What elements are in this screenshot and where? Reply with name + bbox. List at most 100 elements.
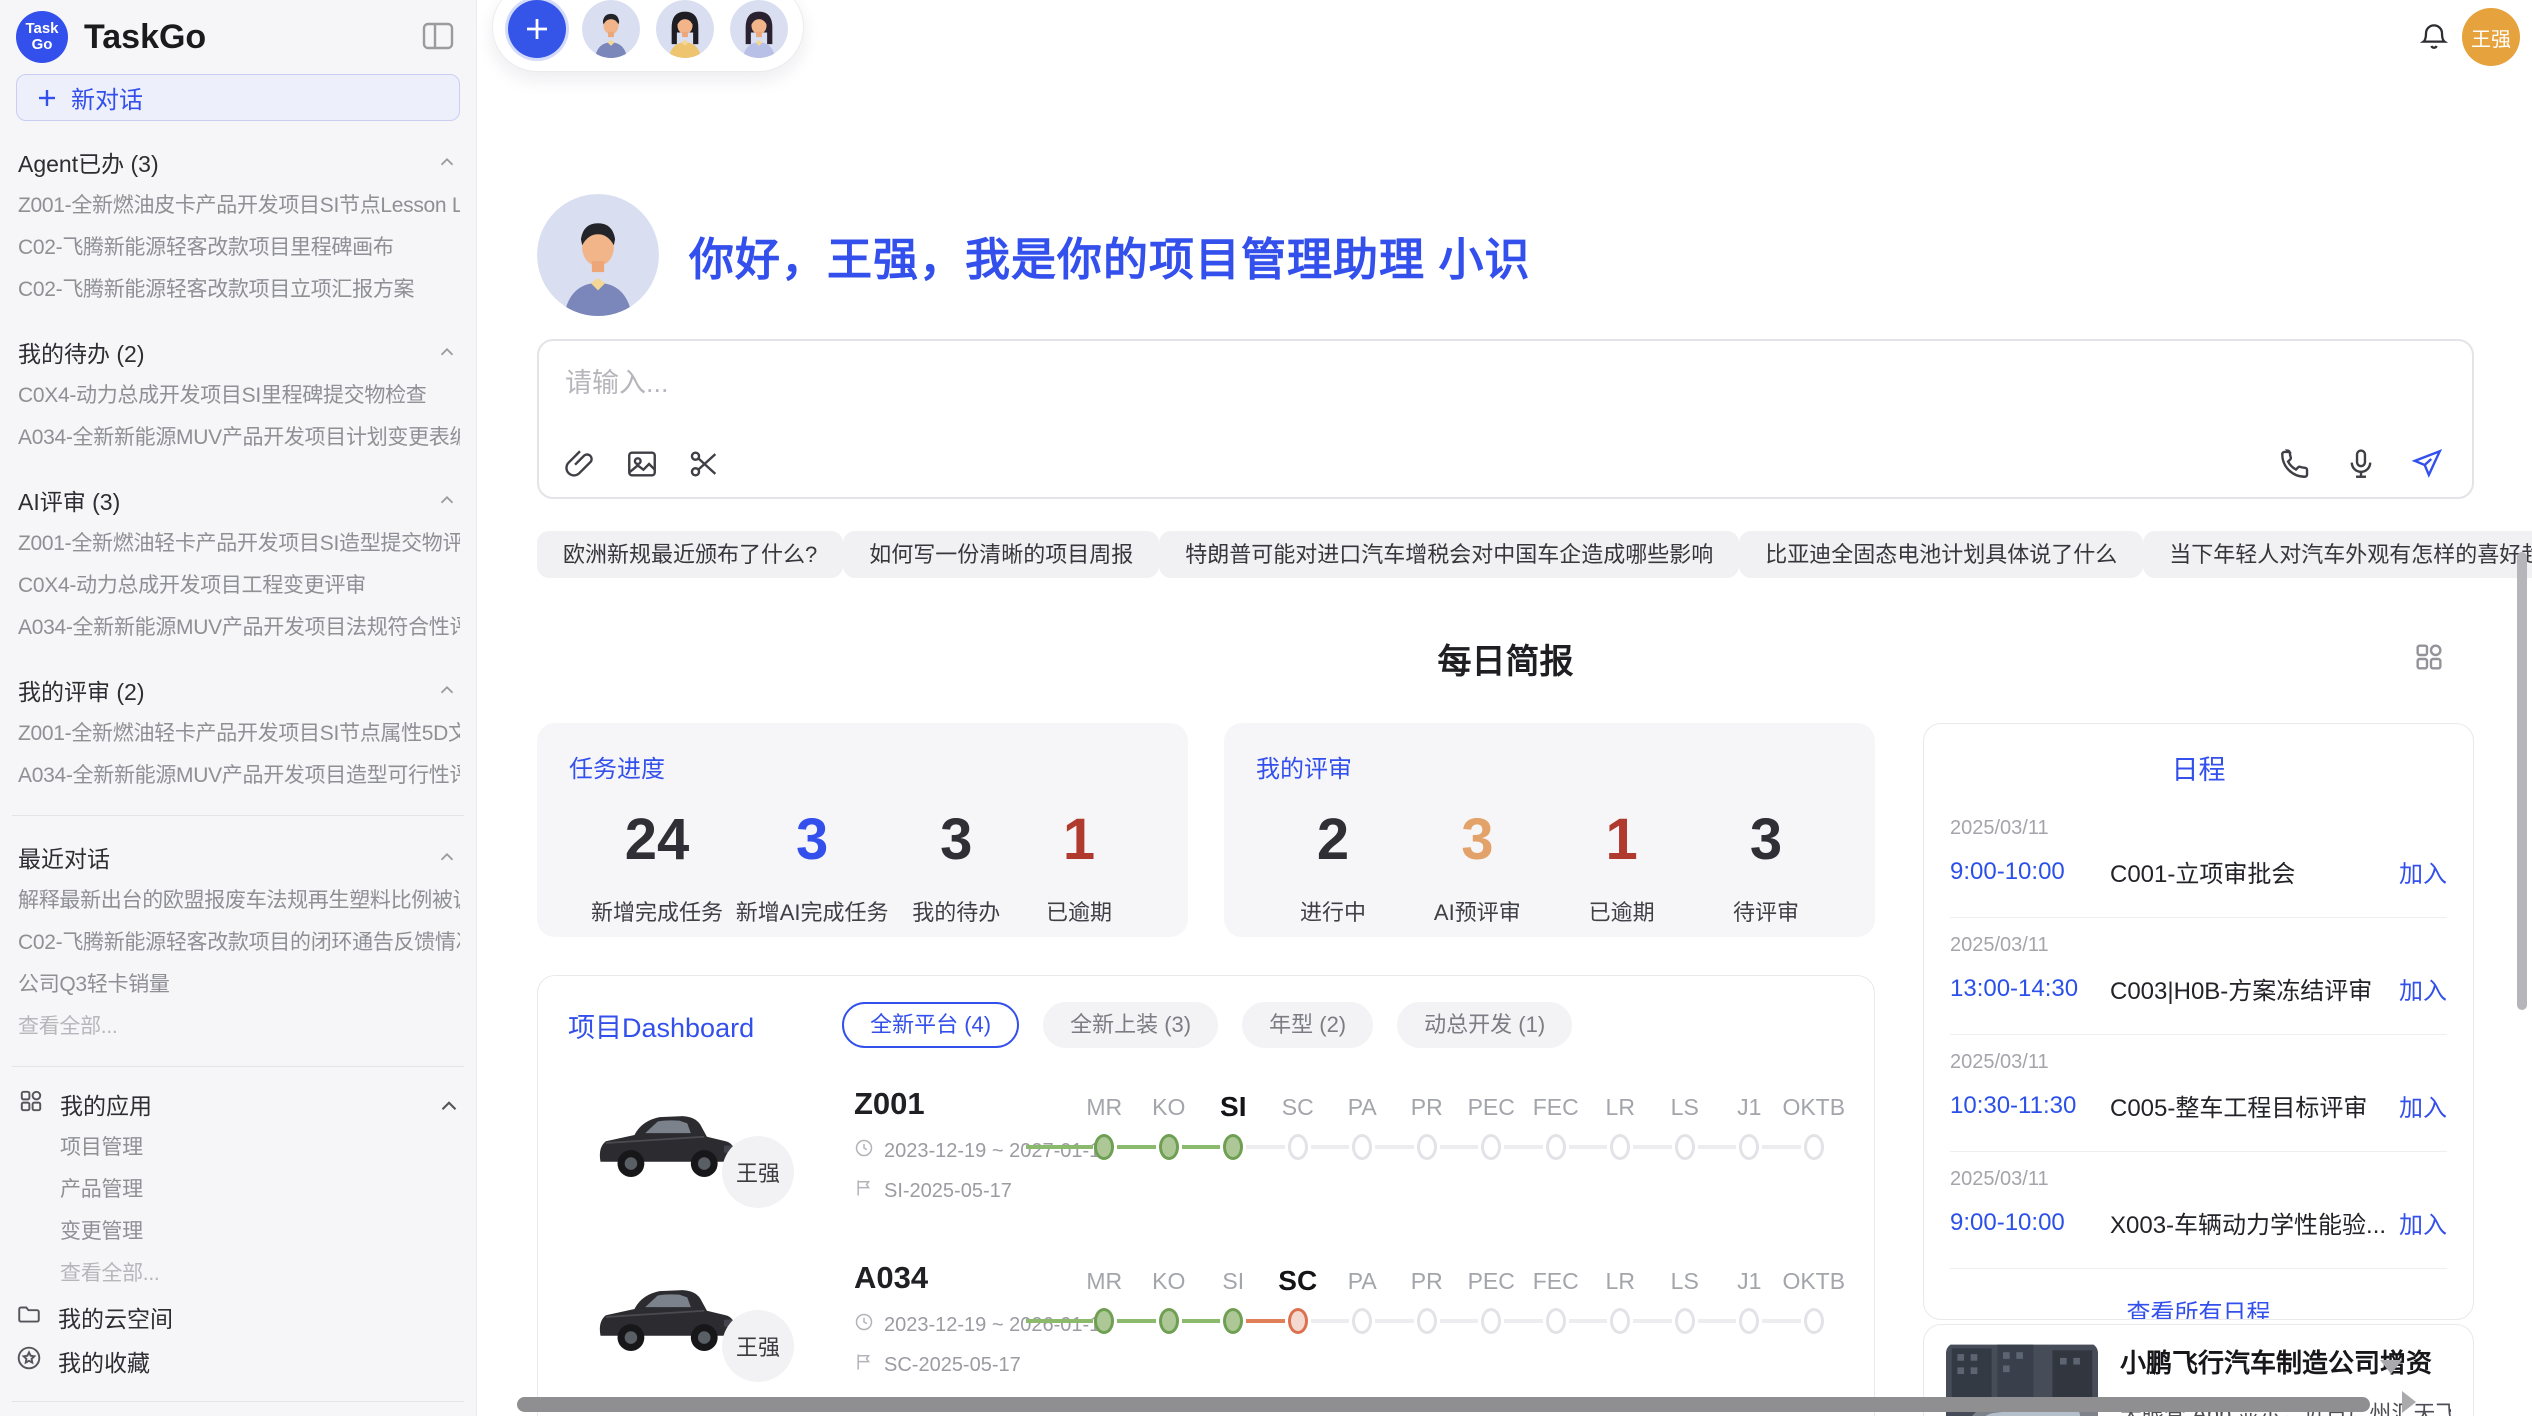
milestone-node	[1094, 1308, 1114, 1334]
suggestion-chip[interactable]: 如何写一份清晰的项目周报	[843, 531, 1159, 578]
schedule-event-title: C001-立项审批会	[2110, 854, 2399, 889]
sidebar-header: Task Go TaskGo	[16, 0, 460, 74]
collapse-sidebar-icon[interactable]	[422, 22, 454, 50]
apps-grid-icon[interactable]	[2413, 641, 2445, 673]
schedule-event-title: C005-整车工程目标评审	[2110, 1088, 2399, 1123]
suggestion-chip[interactable]: 特朗普可能对进口汽车增税会对中国车企造成哪些影响	[1159, 531, 1739, 578]
chevron-up-icon[interactable]	[436, 341, 458, 363]
milestone-node	[1481, 1308, 1501, 1334]
chevron-up-icon[interactable]	[436, 1093, 458, 1115]
stat-value: 3	[1422, 806, 1532, 873]
send-icon[interactable]	[2410, 447, 2444, 481]
user-avatar[interactable]: 王强	[2462, 8, 2520, 66]
join-meeting-link[interactable]: 加入	[2399, 854, 2447, 889]
chevron-up-icon[interactable]	[436, 846, 458, 868]
sidebar-app-item[interactable]: 产品管理	[16, 1169, 460, 1211]
view-all-conversations-link[interactable]: 查看全部...	[16, 1006, 460, 1048]
phone-icon[interactable]	[2278, 447, 2312, 481]
project-flag-milestone: SC-2025-05-17	[854, 1352, 1021, 1378]
milestone-label: KO	[1137, 1088, 1202, 1126]
sidebar-app-item[interactable]: 项目管理	[16, 1127, 460, 1169]
milestone-pa: PA	[1330, 1262, 1395, 1334]
milestone-label: LS	[1653, 1088, 1718, 1126]
sidebar-task-item[interactable]: Z001-全新燃油轻卡产品开发项目SI节点属性5D文件评审	[16, 713, 460, 755]
assistant-avatar	[537, 194, 659, 316]
stat-label: 进行中	[1278, 895, 1388, 927]
sidebar-task-item[interactable]: C02-飞腾新能源轻客改款项目里程碑画布	[16, 227, 460, 269]
sidebar-section-my-apps: 我的应用	[18, 1087, 458, 1121]
sidebar-recent-item[interactable]: 公司Q3轻卡销量	[16, 964, 460, 1006]
agent-avatar-2[interactable]	[656, 0, 714, 58]
chevron-up-icon[interactable]	[436, 489, 458, 511]
sidebar-tool-people[interactable]: AI超级员工	[16, 1406, 460, 1416]
star-icon	[16, 1345, 42, 1377]
scissors-icon[interactable]	[687, 447, 721, 481]
milestone-j1: J1	[1717, 1262, 1782, 1334]
agent-avatar-1[interactable]	[582, 0, 640, 58]
stat-value: 3	[901, 806, 1011, 873]
notification-bell-icon[interactable]	[2418, 20, 2450, 54]
join-meeting-link[interactable]: 加入	[2399, 971, 2447, 1006]
suggestion-chip[interactable]: 当下年轻人对汽车外观有怎样的喜好趋势	[2143, 531, 2532, 578]
sidebar-task-item[interactable]: C0X4-动力总成开发项目SI里程碑提交物检查	[16, 375, 460, 417]
milestone-label: OKTB	[1782, 1088, 1847, 1126]
chevron-up-icon[interactable]	[436, 151, 458, 173]
sidebar-task-item[interactable]: C02-飞腾新能源轻客改款项目立项汇报方案	[16, 269, 460, 311]
sidebar-recent-item[interactable]: 解释最新出台的欧盟报废车法规再生塑料比例被调至15%...	[16, 880, 460, 922]
join-meeting-link[interactable]: 加入	[2399, 1088, 2447, 1123]
sidebar-task-item[interactable]: Z001-全新燃油皮卡产品开发项目SI节点Lesson Learn报告	[16, 185, 460, 227]
milestone-node	[1804, 1308, 1824, 1334]
chat-input[interactable]: 请输入...	[537, 339, 2474, 499]
suggestion-chip[interactable]: 比亚迪全固态电池计划具体说了什么	[1739, 531, 2143, 578]
suggestion-chip[interactable]: 欧洲新规最近颁布了什么?	[537, 531, 843, 578]
stat-item: 3待评审	[1711, 806, 1821, 927]
view-all-schedule-link[interactable]: 查看所有日程	[1950, 1293, 2447, 1320]
add-agent-button[interactable]	[508, 0, 566, 58]
milestone-node	[1675, 1134, 1695, 1160]
scroll-down-arrow[interactable]	[2380, 1360, 2402, 1374]
milestone-node	[1159, 1134, 1179, 1160]
milestone-node	[1223, 1308, 1243, 1334]
sidebar-recent-item[interactable]: C02-飞腾新能源轻客改款项目的闭环通告反馈情况	[16, 922, 460, 964]
dashboard-tab[interactable]: 全新平台 (4)	[842, 1002, 1019, 1048]
milestone-pr: PR	[1395, 1262, 1460, 1334]
milestone-label: PA	[1330, 1088, 1395, 1126]
sidebar-link-star[interactable]: 我的收藏	[16, 1339, 460, 1383]
schedule-date: 2025/03/11	[1950, 1051, 2447, 1074]
schedule-time: 10:30-11:30	[1950, 1092, 2110, 1120]
chevron-up-icon[interactable]	[436, 679, 458, 701]
dashboard-tab[interactable]: 年型 (2)	[1242, 1002, 1373, 1048]
stat-value: 24	[591, 806, 723, 873]
vertical-scrollbar[interactable]	[2517, 552, 2527, 1010]
image-icon[interactable]	[625, 447, 659, 481]
sidebar-app-item[interactable]: 变更管理	[16, 1211, 460, 1253]
project-dashboard-card: 项目Dashboard 全新平台 (4)全新上装 (3)年型 (2)动总开发 (…	[537, 975, 1875, 1416]
logo-text-top: Task	[25, 21, 58, 37]
sidebar-task-item[interactable]: A034-全新新能源MUV产品开发项目法规符合性评审	[16, 607, 460, 649]
cloud-folder-icon	[16, 1301, 42, 1333]
attachment-icon[interactable]	[563, 447, 597, 481]
agent-avatar-3[interactable]	[730, 0, 788, 58]
milestone-label: PEC	[1459, 1262, 1524, 1300]
schedule-event-title: C003|H0B-方案冻结评审	[2110, 971, 2399, 1006]
sidebar-task-item[interactable]: A034-全新新能源MUV产品开发项目造型可行性评审	[16, 755, 460, 797]
clock-icon	[854, 1312, 874, 1338]
sidebar-link-cloud-folder[interactable]: 我的云空间	[16, 1295, 460, 1339]
briefing-card: 我的评审2进行中3AI预评审1已逾期3待评审	[1224, 723, 1875, 937]
scroll-right-arrow[interactable]	[2402, 1391, 2416, 1413]
sidebar-task-item[interactable]: A034-全新新能源MUV产品开发项目计划变更表编写	[16, 417, 460, 459]
app-logo: Task Go	[16, 11, 68, 63]
sidebar-task-item[interactable]: Z001-全新燃油轻卡产品开发项目SI造型提交物评审	[16, 523, 460, 565]
new-chat-button[interactable]: 新对话	[16, 74, 460, 121]
section-label: 我的应用	[60, 1087, 152, 1121]
view-all-apps-link[interactable]: 查看全部...	[16, 1253, 460, 1295]
dashboard-tab[interactable]: 动总开发 (1)	[1397, 1002, 1572, 1048]
milestone-node	[1546, 1308, 1566, 1334]
project-car-image	[588, 1092, 740, 1194]
horizontal-scrollbar[interactable]	[517, 1397, 2370, 1412]
microphone-icon[interactable]	[2344, 447, 2378, 481]
join-meeting-link[interactable]: 加入	[2399, 1205, 2447, 1240]
milestone-label: SC	[1266, 1088, 1331, 1126]
sidebar-task-item[interactable]: C0X4-动力总成开发项目工程变更评审	[16, 565, 460, 607]
dashboard-tab[interactable]: 全新上装 (3)	[1043, 1002, 1218, 1048]
